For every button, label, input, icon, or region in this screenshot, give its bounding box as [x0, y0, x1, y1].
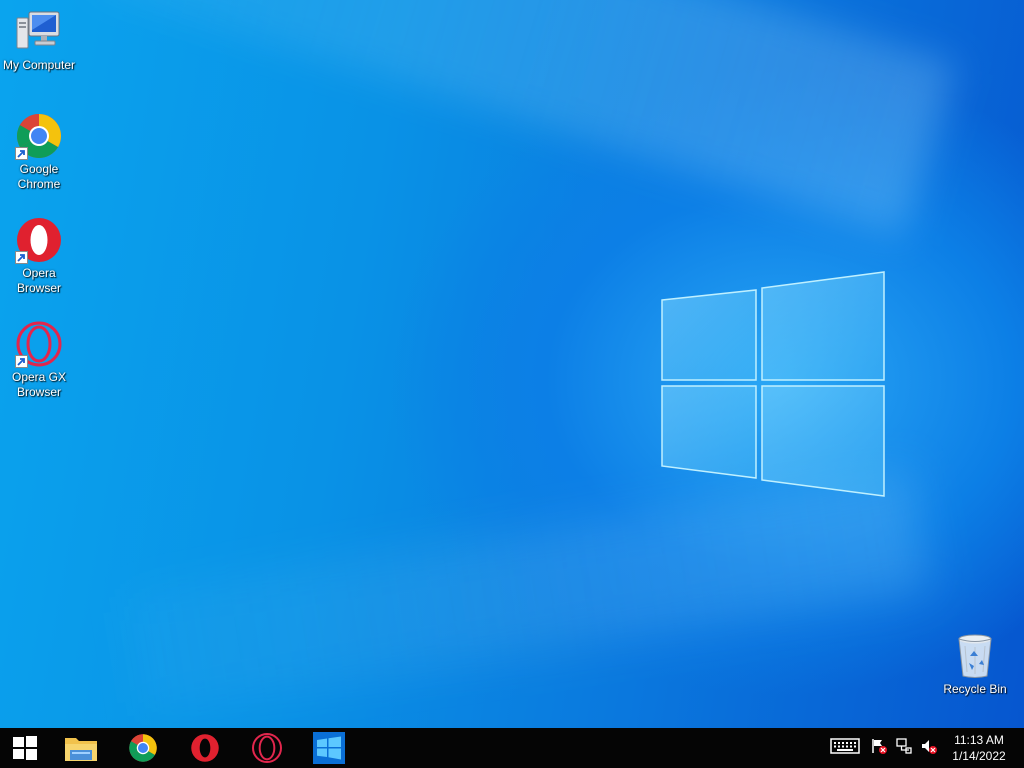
light-beam-upper [90, 0, 957, 237]
opera-gx-icon [252, 733, 282, 763]
desktop-icon-label: Recycle Bin [943, 682, 1007, 696]
clock-date: 1/14/2022 [952, 749, 1006, 763]
keyboard-icon[interactable] [830, 737, 860, 759]
opera-icon [15, 216, 63, 264]
desktop-icon-label: Google Chrome [17, 162, 61, 191]
chrome-icon [15, 112, 63, 160]
windows-logo-icon [313, 732, 345, 764]
action-center-flag-icon[interactable] [870, 737, 888, 760]
opera-gx-icon [15, 320, 63, 368]
taskbar-google-chrome[interactable] [115, 728, 171, 768]
clock-time: 11:13 AM [954, 733, 1004, 747]
desktop-icon-my-computer[interactable]: My Computer [0, 8, 78, 73]
recycle-bin-icon [951, 632, 999, 680]
system-tray [830, 728, 938, 768]
taskbar: 11:13 AM 1/14/2022 [0, 728, 1024, 768]
desktop-icon-opera-browser[interactable]: Opera Browser [0, 216, 78, 296]
start-button[interactable] [0, 728, 50, 768]
desktop-icon-label: My Computer [2, 58, 76, 72]
opera-icon [191, 734, 219, 762]
taskbar-windows-app[interactable] [301, 728, 357, 768]
shortcut-arrow-icon [15, 251, 28, 264]
light-beam-lower [120, 470, 930, 715]
taskbar-opera-gx[interactable] [239, 728, 295, 768]
shortcut-arrow-icon [15, 355, 28, 368]
taskbar-opera[interactable] [177, 728, 233, 768]
windows-start-icon [13, 736, 37, 760]
chrome-icon [129, 734, 157, 762]
desktop-icon-opera-gx-browser[interactable]: Opera GX Browser [0, 320, 78, 400]
desktop[interactable]: My Computer Google Chrome Opera Browser … [0, 0, 1024, 728]
volume-muted-icon[interactable] [920, 737, 938, 760]
taskbar-clock[interactable]: 11:13 AM 1/14/2022 [942, 732, 1016, 764]
computer-icon [15, 8, 63, 56]
folder-icon [65, 738, 97, 761]
desktop-icon-label: Opera Browser [16, 266, 61, 295]
shortcut-arrow-icon [15, 147, 28, 160]
wallpaper-windows-logo [661, 271, 885, 497]
taskbar-file-explorer[interactable] [53, 728, 109, 768]
network-icon[interactable] [895, 737, 913, 760]
desktop-icon-google-chrome[interactable]: Google Chrome [0, 112, 78, 192]
desktop-icon-label: Opera GX Browser [11, 370, 67, 399]
desktop-icon-recycle-bin[interactable]: Recycle Bin [936, 632, 1014, 697]
